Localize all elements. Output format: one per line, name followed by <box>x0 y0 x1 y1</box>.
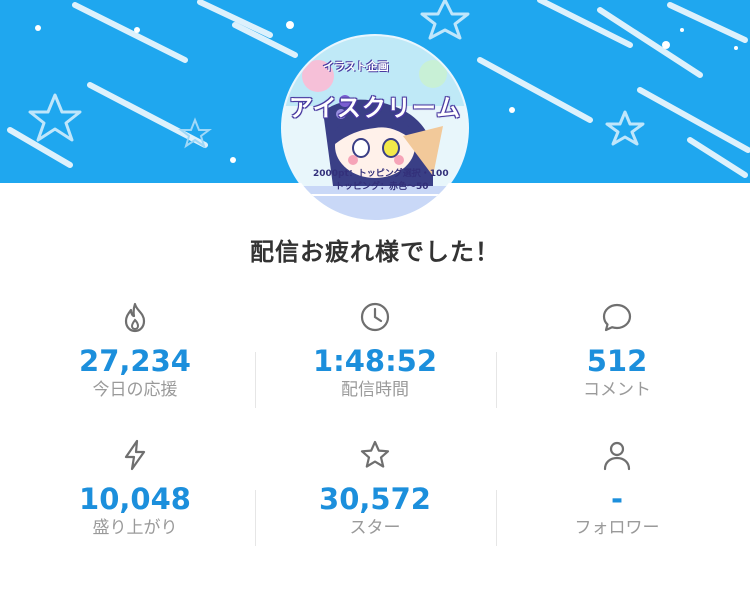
stat-value: 512 <box>586 344 648 378</box>
divider <box>496 352 497 408</box>
stat-daily-support: 27,234 今日の応援 <box>10 300 260 401</box>
stat-value: - <box>610 482 624 516</box>
stat-excitement: 10,048 盛り上がり <box>10 438 260 539</box>
divider <box>496 490 497 546</box>
stat-label: 今日の応援 <box>92 380 178 400</box>
stat-label: 盛り上がり <box>92 518 178 538</box>
stat-comments: 512 コメント <box>492 300 742 401</box>
stat-value: 30,572 <box>319 482 431 516</box>
person-icon <box>603 441 631 471</box>
stat-label: スター <box>349 518 401 538</box>
thumbnail-title: アイスクリーム <box>288 94 462 122</box>
clock-icon <box>360 302 390 332</box>
star-icon <box>360 440 390 468</box>
stat-label: 配信時間 <box>341 380 409 400</box>
thumbnail-line-2: トッピング：赤色～50 <box>335 182 429 192</box>
thumbnail-top-text: イラスト企画 <box>323 60 389 73</box>
divider <box>255 490 256 546</box>
lightning-icon <box>124 439 146 471</box>
divider <box>255 352 256 408</box>
stat-value: 10,048 <box>79 482 191 516</box>
stat-stream-duration: 1:48:52 配信時間 <box>250 300 500 401</box>
stat-label: フォロワー <box>574 518 660 538</box>
thumbnail-line-1: 2000pt：トッピング選択・100 <box>313 169 449 179</box>
stat-stars: 30,572 スター <box>250 438 500 539</box>
stream-thumbnail-avatar: イラスト企画 アイスクリーム 2000pt：トッピング選択・100 トッピング：… <box>283 36 467 220</box>
stat-value: 1:48:52 <box>312 344 438 378</box>
stat-label: コメント <box>583 380 651 400</box>
page-title: 配信お疲れ様でした！ <box>250 238 500 266</box>
stat-value: 27,234 <box>79 344 191 378</box>
stat-followers: - フォロワー <box>492 438 742 539</box>
flame-icon <box>124 302 146 333</box>
speech-bubble-icon <box>602 303 632 332</box>
